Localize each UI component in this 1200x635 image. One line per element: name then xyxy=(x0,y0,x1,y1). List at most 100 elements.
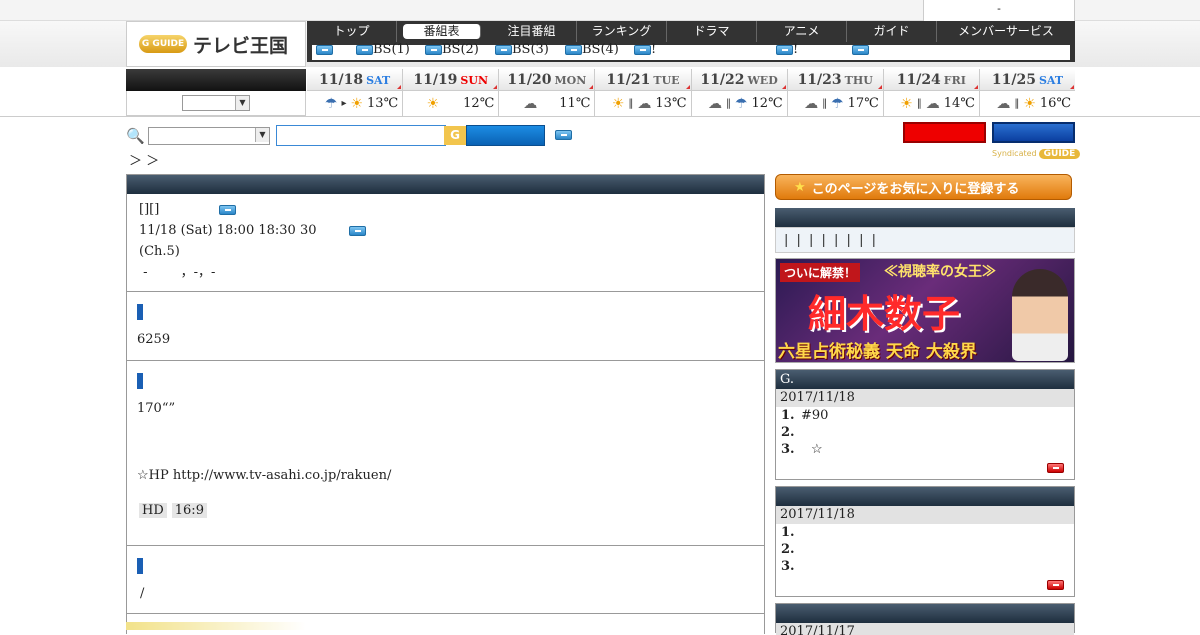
day-tab[interactable]: 11/20 MON ☁ 11℃ xyxy=(499,69,596,116)
section-text: / xyxy=(140,586,145,601)
subnav-item-8[interactable] xyxy=(852,42,869,57)
advertisement-banner[interactable]: ついに解禁！ ≪視聴率の女王≫ 細木数子 六星占術秘義 天命 大殺界 xyxy=(775,258,1075,363)
list-item[interactable]: 3. ☆ xyxy=(776,441,1074,458)
program-channel: (Ch.5) xyxy=(139,244,180,259)
main-nav: トップ 番組表 注目番組 ランキング ドラマ アニメ ガイド メンバーサービス xyxy=(307,21,1075,42)
links-header xyxy=(775,208,1075,227)
section-text: 6259 xyxy=(137,332,171,347)
subnav-item-7[interactable]: ! xyxy=(776,42,798,57)
arrow-icon xyxy=(495,44,512,55)
list-item[interactable]: 2. xyxy=(776,424,1074,441)
add-favorite-button[interactable]: ★ このページをお気に入りに登録する xyxy=(775,174,1072,200)
date-select[interactable]: ▼ xyxy=(182,95,250,111)
list-item[interactable]: 1. xyxy=(776,524,1074,541)
program-title: [][] xyxy=(139,202,160,217)
day-tab[interactable]: 11/18 SAT ☂ ▸ ☀ 13℃ xyxy=(307,69,404,116)
sun-icon: ☀ xyxy=(1023,95,1036,112)
day-tab[interactable]: 11/24 FRI ☀ ‖ ☁ 14℃ xyxy=(883,69,980,116)
list-item[interactable]: 2. xyxy=(776,541,1074,558)
search-category-select[interactable]: ▼ xyxy=(148,127,270,145)
ranking-title xyxy=(776,487,1074,506)
search-arrow-button[interactable] xyxy=(555,130,572,140)
breadcrumb: ＞ ＞ xyxy=(129,154,160,169)
subnav-bs1[interactable]: BS(1) xyxy=(356,42,410,57)
section-marker xyxy=(137,304,143,320)
cloud-icon: ☁ xyxy=(804,95,819,112)
search-bar: 🔍 ▼ G xyxy=(126,125,576,147)
logo-text: テレビ王国 xyxy=(193,34,289,57)
ranking-date: 2017/11/18 xyxy=(776,389,1074,407)
arrow-icon xyxy=(316,44,333,55)
syndicated-logo: Syndicated GUIDE xyxy=(992,149,1081,159)
arrow-icon xyxy=(776,44,793,55)
program-cast: - ，-，- xyxy=(139,265,216,280)
site-logo[interactable]: G GUIDE テレビ王国 xyxy=(126,21,306,67)
day-tab[interactable]: 11/22 WED ☁ ‖ ☂ 12℃ xyxy=(691,69,788,116)
arrow-icon xyxy=(634,44,651,55)
arrow-icon[interactable] xyxy=(348,225,366,236)
member-link[interactable]: - xyxy=(923,0,1075,21)
section-3: 170“” ☆HP http://www.tv-asahi.co.jp/raku… xyxy=(127,361,764,546)
program-info: [][] 11/18 (Sat) 18:00 18:30 30 (Ch.5) -… xyxy=(127,194,764,292)
search-input[interactable] xyxy=(276,125,446,146)
subnav-item-6[interactable]: ! xyxy=(634,42,656,57)
date-select-area: ▼ xyxy=(126,91,306,116)
more-arrow-icon[interactable] xyxy=(1047,463,1064,473)
header-divider xyxy=(0,116,1200,117)
red-button[interactable] xyxy=(903,122,986,143)
umbrella-icon: ☂ xyxy=(324,95,338,112)
section-text: 170“” xyxy=(137,401,176,416)
arrow-icon xyxy=(425,44,442,55)
ranking-box-1: G. 2017/11/18 1. #90 2. 3. ☆ xyxy=(775,369,1075,480)
ranking-date: 2017/11/17 xyxy=(776,623,1074,635)
program-time: 11/18 (Sat) 18:00 18:30 30 xyxy=(139,223,317,238)
subnav-terrestrial[interactable] xyxy=(316,42,333,57)
search-icon: 🔍 xyxy=(126,127,145,145)
arrow-icon[interactable] xyxy=(219,204,237,215)
section-4: / xyxy=(127,546,764,614)
gguide-search-icon: G xyxy=(444,126,466,145)
ranking-title xyxy=(776,604,1074,623)
cloud-icon: ☁ xyxy=(637,95,652,112)
subnav-bs3[interactable]: BS(3) xyxy=(495,42,549,57)
nav-member[interactable]: メンバーサービス xyxy=(937,21,1075,42)
chevron-down-icon: ▼ xyxy=(235,96,249,110)
cloud-icon: ☁ xyxy=(925,95,940,112)
sun-icon: ☀ xyxy=(900,95,913,112)
day-tab[interactable]: 11/23 THU ☁ ‖ ☂ 17℃ xyxy=(787,69,884,116)
chevron-down-icon: ▼ xyxy=(255,128,269,142)
nav-ranking[interactable]: ランキング xyxy=(577,21,667,42)
day-tabs: 11/18 SAT ☂ ▸ ☀ 13℃ 11/19 SUN ☀ 12℃ 11/20 MON ☁… xyxy=(307,69,1075,116)
subnav-bs2[interactable]: BS(2) xyxy=(425,42,479,57)
ranking-box-2: 2017/11/18 1. 2. 3. xyxy=(775,486,1075,597)
bottom-banner-edge xyxy=(126,622,306,630)
cloud-icon: ☁ xyxy=(707,95,722,112)
search-button[interactable] xyxy=(466,125,545,146)
nav-drama[interactable]: ドラマ xyxy=(667,21,757,42)
day-tab[interactable]: 11/25 SAT ☁ ‖ ☀ 16℃ xyxy=(979,69,1075,116)
tag-aspect: 16:9 xyxy=(171,503,207,518)
arrow-icon xyxy=(565,44,582,55)
list-item[interactable]: 1. #90 xyxy=(776,407,1074,424)
nav-guide[interactable]: ガイド xyxy=(847,21,937,42)
list-item[interactable]: 3. xyxy=(776,558,1074,575)
blue-button[interactable] xyxy=(992,122,1075,143)
nav-schedule[interactable]: 番組表 xyxy=(403,24,481,39)
subnav-bs4[interactable]: BS(4) xyxy=(565,42,619,57)
more-arrow-icon[interactable] xyxy=(1047,580,1064,590)
sun-icon: ☀ xyxy=(611,95,625,112)
day-tab[interactable]: 11/21 TUE ☀ ‖ ☁ 13℃ xyxy=(595,69,692,116)
nav-anime[interactable]: アニメ xyxy=(757,21,847,42)
nav-featured[interactable]: 注目番組 xyxy=(487,21,577,42)
day-tab[interactable]: 11/19 SUN ☀ 12℃ xyxy=(403,69,500,116)
ranking-box-3: 2017/11/17 xyxy=(775,603,1075,635)
date-bar xyxy=(126,69,306,91)
section-2: 6259 xyxy=(127,292,764,361)
star-icon: ★ xyxy=(794,179,806,195)
umbrella-icon: ☂ xyxy=(831,95,844,112)
detail-header xyxy=(127,175,764,194)
nav-top[interactable]: トップ xyxy=(307,21,397,42)
links-box: | | | | | | | | xyxy=(775,227,1075,253)
homepage-link[interactable]: ☆HP http://www.tv-asahi.co.jp/rakuen/ xyxy=(137,468,754,483)
program-detail: [][] 11/18 (Sat) 18:00 18:30 30 (Ch.5) -… xyxy=(126,174,765,634)
